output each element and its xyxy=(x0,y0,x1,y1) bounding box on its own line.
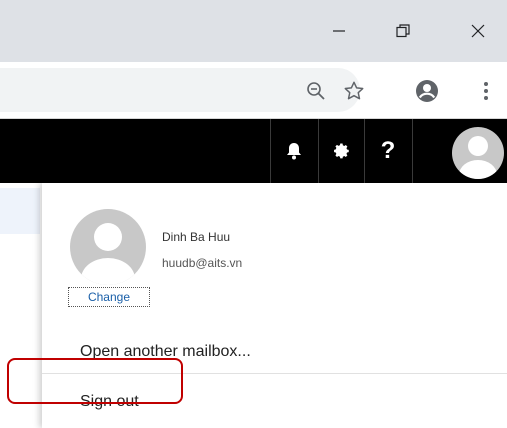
bookmark-button[interactable] xyxy=(341,78,367,104)
header-divider xyxy=(412,119,413,183)
user-silhouette-icon xyxy=(81,223,135,285)
folder-list-highlight xyxy=(0,188,40,234)
zoom-out-icon xyxy=(307,82,325,100)
user-email: huudb@aits.vn xyxy=(162,256,243,270)
help-icon: ? xyxy=(380,137,396,164)
restore-icon xyxy=(396,24,410,38)
gear-icon xyxy=(334,143,349,159)
star-icon xyxy=(344,81,364,100)
close-button[interactable] xyxy=(455,12,501,50)
menu-dots-icon xyxy=(484,82,488,100)
window-title-bar xyxy=(0,0,507,62)
zoom-out-button[interactable] xyxy=(303,78,329,104)
restore-button[interactable] xyxy=(380,12,426,50)
header-divider xyxy=(318,119,319,183)
profile-avatar xyxy=(70,209,146,285)
help-button[interactable]: ? xyxy=(366,119,410,183)
browser-menu-button[interactable] xyxy=(473,78,499,104)
app-header: ? xyxy=(0,119,507,183)
minimize-icon xyxy=(333,30,345,32)
bell-icon xyxy=(287,143,301,160)
change-photo-link[interactable]: Change xyxy=(68,287,150,307)
notifications-button[interactable] xyxy=(272,119,316,183)
header-divider xyxy=(270,119,271,183)
user-silhouette-icon xyxy=(459,136,497,179)
account-icon xyxy=(416,80,438,102)
browser-toolbar xyxy=(0,62,507,119)
profile-button[interactable] xyxy=(414,78,440,104)
close-icon xyxy=(471,24,485,38)
header-divider xyxy=(364,119,365,183)
highlight-annotation-box xyxy=(7,358,183,404)
settings-button[interactable] xyxy=(320,119,364,183)
user-name: Dinh Ba Huu xyxy=(162,230,231,244)
header-avatar[interactable] xyxy=(452,127,504,179)
minimize-button[interactable] xyxy=(316,12,362,50)
